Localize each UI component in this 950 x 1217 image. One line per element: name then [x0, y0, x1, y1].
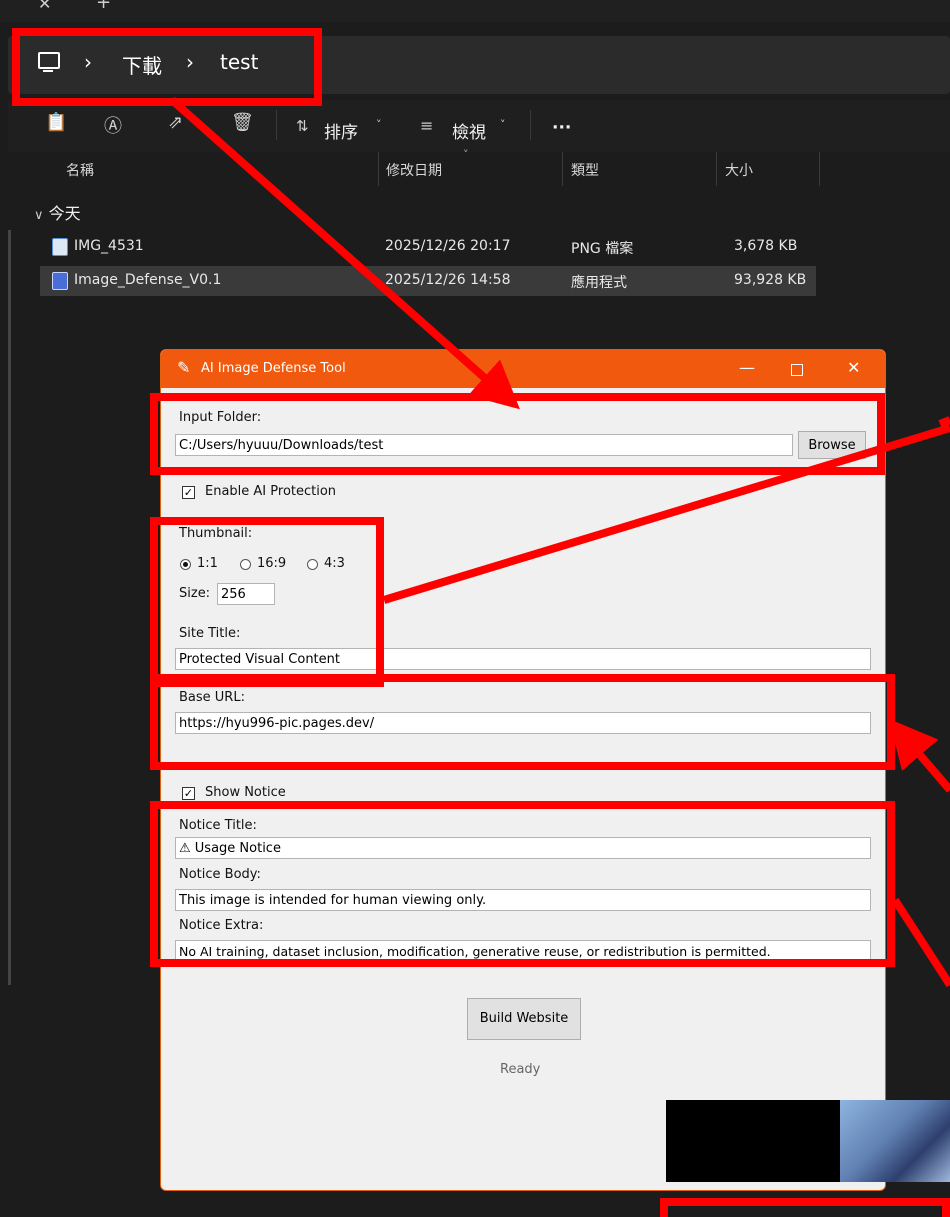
arrow-from-notice	[891, 897, 950, 988]
arrow-to-thumbnail	[382, 424, 950, 604]
arrow-to-base-url	[888, 718, 950, 793]
annotation-arrows	[169, 97, 950, 988]
arrow-offscreen-1	[938, 416, 950, 428]
arrow-breadcrumb-to-input-folder	[169, 97, 520, 410]
